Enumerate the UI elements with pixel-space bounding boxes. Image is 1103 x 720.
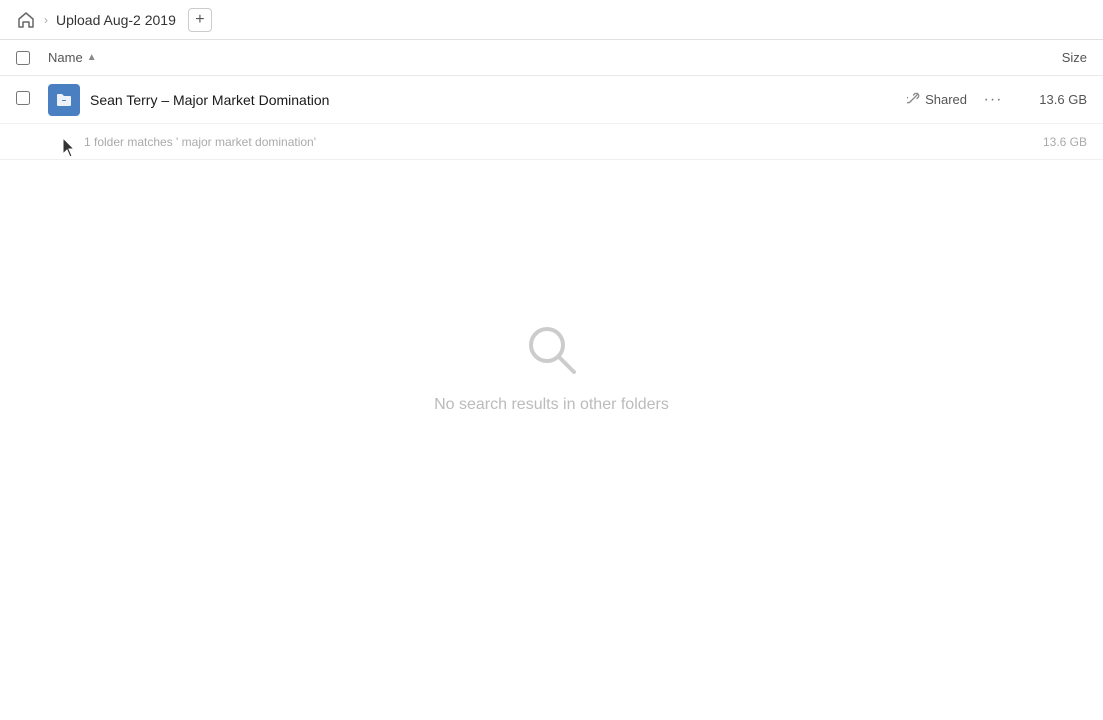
file-name: Sean Terry – Major Market Domination [90, 92, 907, 108]
size-column-header[interactable]: Size [1007, 50, 1087, 65]
name-column-header[interactable]: Name ▲ [48, 50, 1007, 65]
empty-state: No search results in other folders [0, 320, 1103, 414]
shared-label: Shared [925, 92, 967, 107]
row-checkbox[interactable] [16, 91, 36, 108]
breadcrumb-title: Upload Aug-2 2019 [56, 12, 176, 28]
shared-badge: Shared [907, 91, 967, 108]
match-info-row: 1 folder matches ' major market dominati… [0, 124, 1103, 160]
match-size: 13.6 GB [1007, 135, 1087, 149]
sort-arrow-icon: ▲ [87, 52, 97, 63]
column-headers: Name ▲ Size [0, 40, 1103, 76]
checkbox-row[interactable] [16, 91, 30, 105]
more-options-button[interactable]: ··· [979, 86, 1007, 114]
file-size: 13.6 GB [1007, 92, 1087, 107]
file-meta: Shared ··· [907, 86, 1007, 114]
link-icon [907, 91, 921, 108]
home-icon[interactable] [16, 10, 36, 30]
top-nav: › Upload Aug-2 2019 + [0, 0, 1103, 40]
folder-icon [48, 84, 80, 116]
match-text: 1 folder matches ' major market dominati… [84, 135, 1007, 149]
select-all-checkbox[interactable] [16, 51, 36, 65]
table-row[interactable]: Sean Terry – Major Market Domination Sha… [0, 76, 1103, 124]
breadcrumb-separator: › [44, 13, 48, 27]
empty-label: No search results in other folders [434, 396, 669, 414]
empty-search-icon [522, 320, 582, 380]
add-folder-button[interactable]: + [188, 8, 212, 32]
checkbox-all[interactable] [16, 51, 30, 65]
